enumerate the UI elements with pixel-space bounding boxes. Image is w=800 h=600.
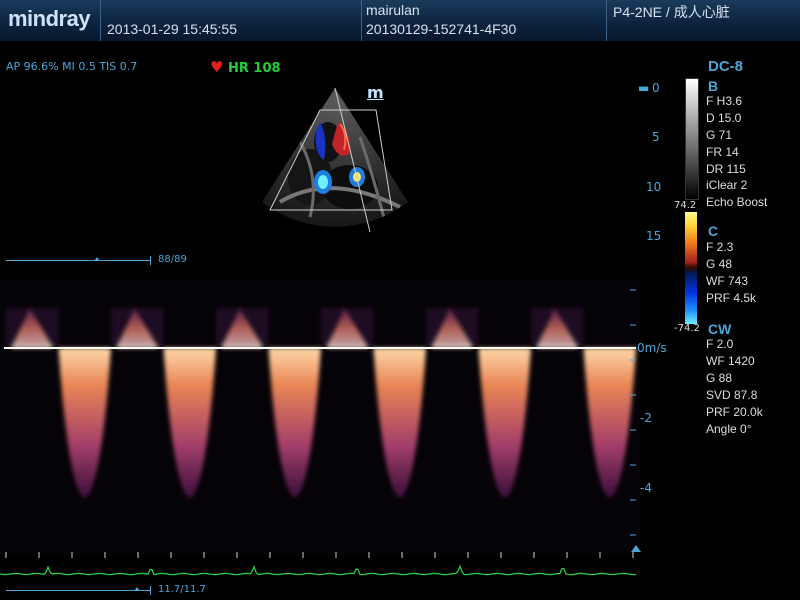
- doppler-haze: [426, 308, 479, 346]
- b-param: F H3.6: [706, 94, 743, 108]
- ecg-trace: [0, 552, 637, 576]
- header-separator: [606, 0, 607, 41]
- c-param: G 48: [706, 257, 733, 271]
- c-param: PRF 4.5k: [706, 291, 757, 305]
- b-param: iClear 2: [706, 178, 748, 192]
- header-bar: mindray 2013-01-29 15:45:55 mairulan 201…: [0, 0, 800, 41]
- color-scale-max: 74.2: [674, 200, 697, 211]
- probe-preset: P4-2NE / 成人心脏: [613, 4, 730, 20]
- doppler-haze: [111, 308, 164, 346]
- exam-id: 20130129-152741-4F30: [366, 21, 517, 37]
- b-param: D 15.0: [706, 111, 742, 125]
- ultrasound-screen: mindray 2013-01-29 15:45:55 mairulan 201…: [0, 0, 800, 600]
- b-param: G 71: [706, 128, 733, 142]
- cine-marker-icon[interactable]: [134, 587, 140, 591]
- heart-rate: ♥ HR 108: [210, 58, 281, 76]
- cine-marker-icon[interactable]: [94, 257, 100, 261]
- depth-label-5: 5: [652, 130, 660, 144]
- cw-param: SVD 87.8: [706, 388, 758, 402]
- mindray-logo: mindray: [8, 6, 91, 31]
- mode-mark: m: [367, 83, 384, 102]
- doppler-spectrum: [0, 280, 640, 555]
- color-scale-bar: [685, 212, 697, 324]
- velocity-label-4: -4: [640, 481, 652, 495]
- baseline-velocity-label: 0m/s: [637, 341, 667, 355]
- color-scale-min: -74.2: [674, 323, 700, 334]
- cine-end-tick: [150, 586, 151, 595]
- acoustic-indices: AP 96.6% MI 0.5 TIS 0.7: [6, 60, 138, 73]
- cine-bar-bottom[interactable]: [6, 586, 151, 595]
- b-param: Echo Boost: [706, 195, 768, 209]
- cw-param: G 88: [706, 371, 733, 385]
- doppler-haze: [216, 308, 269, 346]
- depth-label-0: 0: [652, 81, 660, 95]
- cine-frame-count: 88/89: [158, 254, 187, 265]
- c-param: WF 743: [706, 274, 749, 288]
- doppler-haze: [6, 308, 59, 346]
- c-param: F 2.3: [706, 240, 734, 254]
- cw-mode-title: CW: [708, 321, 732, 337]
- cw-param: F 2.0: [706, 337, 734, 351]
- doppler-haze: [321, 308, 374, 346]
- depth-tick-0: ▬: [638, 81, 650, 95]
- doppler-haze: [531, 308, 584, 346]
- depth-label-15: 15: [646, 229, 662, 243]
- mini-2d-image: [262, 87, 408, 233]
- b-param: DR 115: [706, 162, 746, 176]
- cw-param: PRF 20.0k: [706, 405, 763, 419]
- cine-end-tick: [150, 256, 151, 265]
- heart-icon: ♥: [210, 58, 224, 76]
- c-mode-title: C: [708, 223, 719, 239]
- sweep-speed-marker-icon[interactable]: [631, 545, 641, 552]
- patient-name: mairulan: [366, 2, 420, 18]
- header-datetime: 2013-01-29 15:45:55: [107, 21, 237, 37]
- model-label: DC-8: [708, 58, 744, 75]
- cine-time-count: 11.7/11.7: [158, 584, 206, 595]
- velocity-label-2: -2: [640, 411, 652, 425]
- b-param: FR 14: [706, 145, 739, 159]
- header-separator: [100, 0, 101, 41]
- b-mode-title: B: [708, 78, 719, 94]
- grayscale-bar: [685, 78, 699, 200]
- cw-param: WF 1420: [706, 354, 755, 368]
- depth-label-10: 10: [646, 180, 662, 194]
- cine-bar-top[interactable]: [6, 256, 151, 265]
- heart-rate-value: HR 108: [227, 61, 281, 76]
- cw-param: Angle 0°: [706, 422, 752, 436]
- header-separator: [361, 0, 362, 41]
